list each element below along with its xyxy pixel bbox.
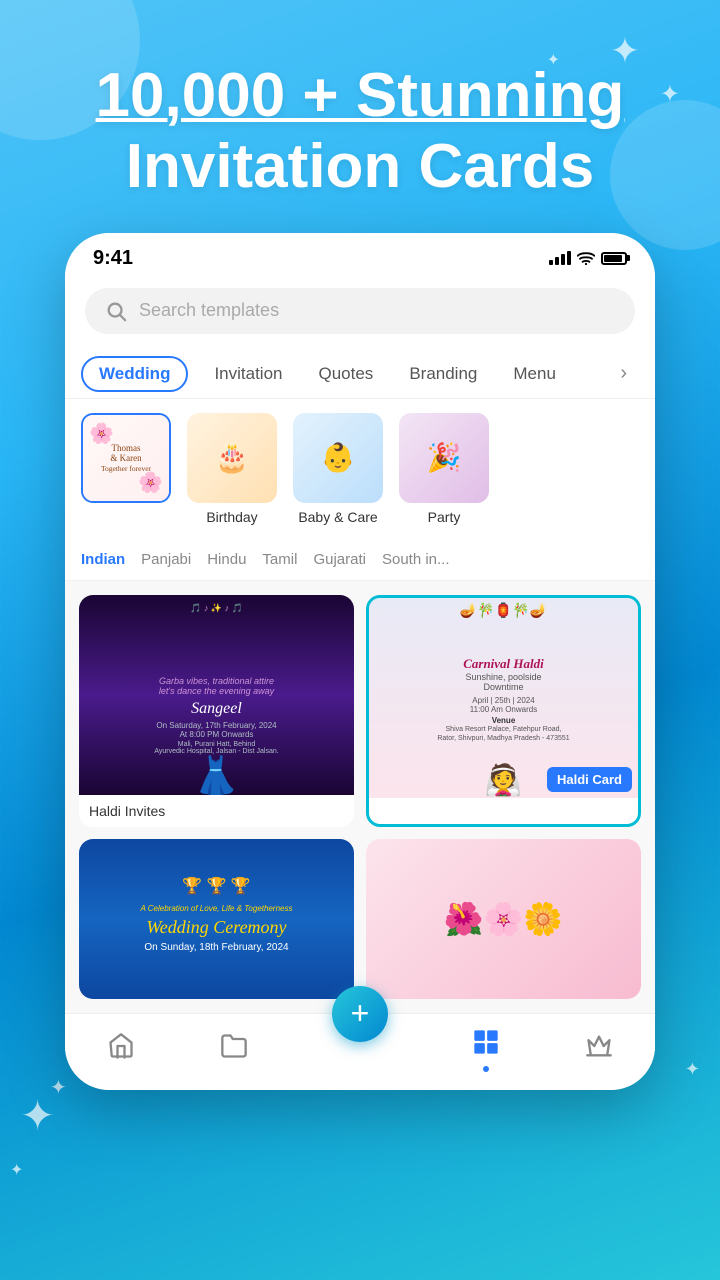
hero-section: 10,000 + Stunning Invitation Cards	[0, 0, 720, 233]
search-icon	[105, 300, 127, 322]
sangeel-label: Haldi Invites	[79, 795, 354, 827]
subcategory-scroll: Thomas& KarenTogether forever 🎂 Birthday…	[65, 399, 655, 539]
fab-plus-icon: +	[351, 995, 370, 1032]
subcat-birthday[interactable]: 🎂 Birthday	[187, 413, 277, 525]
nav-active-dot	[483, 1066, 489, 1072]
search-bar[interactable]: Search templates	[85, 288, 635, 334]
tab-wedding[interactable]: Wedding	[81, 356, 188, 392]
grid-icon	[472, 1028, 500, 1063]
tab-invitation[interactable]: Invitation	[196, 352, 300, 396]
fab-add-button[interactable]: +	[332, 986, 388, 1042]
chip-tamil[interactable]: Tamil	[262, 551, 297, 568]
tab-branding[interactable]: Branding	[391, 352, 495, 396]
nav-home[interactable]	[107, 1032, 135, 1067]
home-icon	[107, 1032, 135, 1067]
subcat-wedding[interactable]: Thomas& KarenTogether forever	[81, 413, 171, 525]
search-container: Search templates	[65, 278, 655, 350]
signal-icon	[549, 251, 571, 265]
subcat-baby-thumb: 👶	[293, 413, 383, 503]
tab-menu[interactable]: Menu	[495, 352, 574, 396]
region-chips: Indian Panjabi Hindu Tamil Gujarati Sout…	[65, 539, 655, 581]
tabs-chevron-icon[interactable]: ›	[620, 362, 635, 385]
tab-quotes[interactable]: Quotes	[301, 352, 392, 396]
subcat-party-label: Party	[428, 509, 461, 525]
subcat-birthday-label: Birthday	[206, 509, 257, 525]
subcat-baby-label: Baby & Care	[298, 509, 377, 525]
nav-folder[interactable]	[220, 1032, 248, 1067]
card-sangeel[interactable]: 🎵 ♪ ✨ ♪ 🎵 Garba vibes, traditional attir…	[79, 595, 354, 827]
tabs-container: Wedding Invitation Quotes Branding Menu …	[65, 350, 655, 399]
carnival-haldi-thumb: 🪔🎋🏮🎋🪔 Carnival Haldi Sunshine, poolsideD…	[369, 598, 638, 798]
card-grid: 🎵 ♪ ✨ ♪ 🎵 Garba vibes, traditional attir…	[65, 581, 655, 1013]
card-carnival-haldi[interactable]: 🪔🎋🏮🎋🪔 Carnival Haldi Sunshine, poolsideD…	[366, 595, 641, 827]
subcat-birthday-thumb: 🎂	[187, 413, 277, 503]
phone-mockup: 9:41 Search templates	[65, 233, 655, 1090]
floral-thumb: 🌺🌸🌼	[366, 839, 641, 999]
bottom-nav: +	[65, 1013, 655, 1090]
hero-title: 10,000 + Stunning Invitation Cards	[40, 60, 680, 203]
haldi-card-badge: Haldi Card	[547, 767, 632, 792]
chip-panjabi[interactable]: Panjabi	[141, 551, 191, 568]
chip-gujarati[interactable]: Gujarati	[313, 551, 366, 568]
card-floral[interactable]: 🌺🌸🌼	[366, 839, 641, 999]
status-icons	[549, 251, 627, 265]
subcat-party[interactable]: 🎉 Party	[399, 413, 489, 525]
status-time: 9:41	[93, 247, 133, 270]
card-ceremony[interactable]: 🏆 🏆 🏆 A Celebration of Love, Life & Toge…	[79, 839, 354, 999]
chip-south-indian[interactable]: South in...	[382, 551, 450, 568]
battery-icon	[601, 252, 627, 265]
subcat-party-thumb: 🎉	[399, 413, 489, 503]
chip-hindu[interactable]: Hindu	[207, 551, 246, 568]
folder-icon	[220, 1032, 248, 1067]
subcat-baby-care[interactable]: 👶 Baby & Care	[293, 413, 383, 525]
sangeel-thumb: 🎵 ♪ ✨ ♪ 🎵 Garba vibes, traditional attir…	[79, 595, 354, 795]
chip-indian[interactable]: Indian	[81, 551, 125, 568]
crown-icon	[585, 1032, 613, 1067]
status-bar: 9:41	[65, 233, 655, 278]
ceremony-thumb: 🏆 🏆 🏆 A Celebration of Love, Life & Toge…	[79, 839, 354, 999]
wifi-icon	[577, 251, 595, 265]
nav-crown[interactable]	[585, 1032, 613, 1067]
nav-grid[interactable]	[472, 1028, 500, 1072]
subcat-wedding-thumb: Thomas& KarenTogether forever	[81, 413, 171, 503]
search-placeholder: Search templates	[139, 300, 279, 321]
